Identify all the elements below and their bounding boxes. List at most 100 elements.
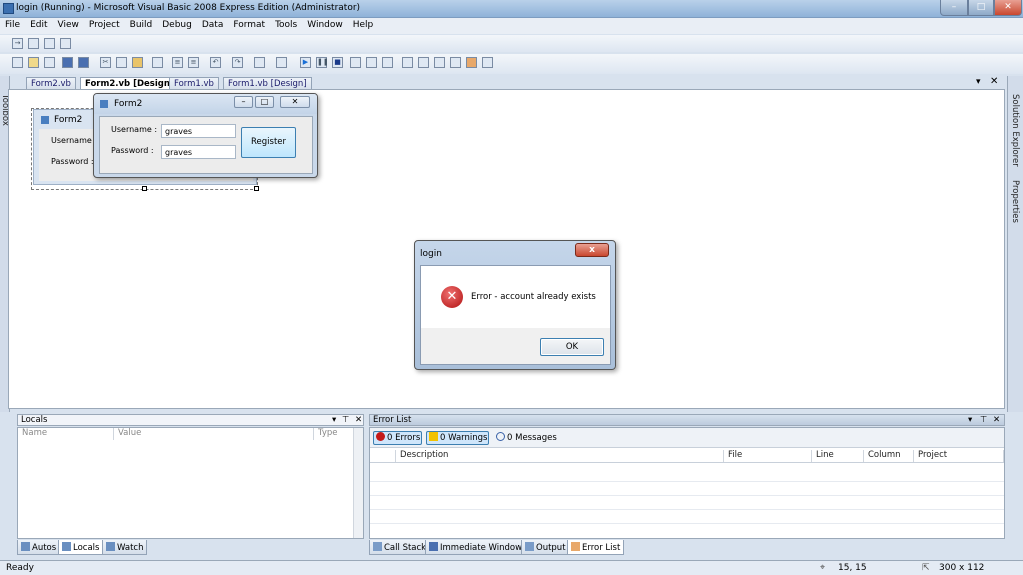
close-tab-icon[interactable]: ✕ [990,76,998,87]
tab-autos[interactable]: Autos [17,540,61,555]
errors-filter-button[interactable]: 0 Errors [373,431,422,445]
minimize-button[interactable]: – [940,0,968,16]
menu-help[interactable]: Help [348,18,379,30]
paste-icon[interactable] [132,57,143,68]
status-position: 15, 15 [838,563,867,573]
tab-watch[interactable]: Watch [102,540,148,555]
locals-column-type[interactable]: Type [314,428,354,440]
username-input[interactable]: graves [161,124,236,138]
error-list-column-file[interactable]: File [724,450,812,462]
find-icon[interactable] [152,57,163,68]
ok-button[interactable]: OK [540,338,604,356]
status-bar: Ready ⌖ 15, 15 ⇱ 300 x 112 [0,560,1023,575]
window-icon[interactable] [482,57,493,68]
copy-icon[interactable] [116,57,127,68]
tab-output[interactable]: Output [521,540,570,555]
solution-explorer-label[interactable]: Solution Explorer [1010,94,1020,167]
tab-locals[interactable]: Locals [58,540,104,555]
designer-form-title: Form2 [54,115,83,125]
menu-debug[interactable]: Debug [157,18,197,30]
locals-header: Locals ▾ ⊤ ✕ [17,414,364,426]
error-icon: ✕ [441,286,463,308]
arrow-icon[interactable]: → [12,38,23,49]
close-button[interactable]: ✕ [994,0,1022,16]
properties-label[interactable]: Properties [1010,180,1020,223]
tab-immediate-window[interactable]: Immediate Window [425,540,527,555]
solution-explorer-icon[interactable] [402,57,413,68]
form2-maximize-button[interactable]: □ [255,96,274,108]
step-into-icon[interactable] [350,57,361,68]
panel-menu-icon[interactable]: ▾ [332,415,336,426]
messages-filter-button[interactable]: 0 Messages [496,432,557,443]
menu-build[interactable]: Build [125,18,158,30]
error-list-column-description[interactable]: Description [396,450,724,462]
resize-handle[interactable] [142,186,147,191]
error-list-column-line[interactable]: Line [812,450,864,462]
menu-view[interactable]: View [53,18,84,30]
navigate-icon[interactable] [254,57,265,68]
locals-column-name[interactable]: Name [18,428,114,440]
info-icon [496,432,505,441]
menu-window[interactable]: Window [302,18,348,30]
menu-format[interactable]: Format [228,18,270,30]
warnings-filter-button[interactable]: 0 Warnings [426,431,489,445]
panel-close-icon[interactable]: ✕ [993,415,1000,426]
toolbox-icon[interactable] [450,57,461,68]
form-icon [100,100,108,108]
form-icon[interactable] [28,38,39,49]
maximize-button[interactable]: □ [968,0,994,16]
panel-menu-icon[interactable]: ▾ [968,415,972,426]
dialog-body: ✕ Error - account already exists OK [420,265,611,365]
resize-handle[interactable] [254,186,259,191]
pause-icon[interactable]: ❚❚ [316,57,329,68]
step-over-icon[interactable] [366,57,377,68]
menu-tools[interactable]: Tools [270,18,302,30]
error-list-column-column[interactable]: Column [864,450,914,462]
add-item-icon[interactable] [44,57,55,68]
error-list-column-project[interactable]: Project [914,450,1004,462]
form-icon[interactable] [60,38,71,49]
align-icon[interactable]: ≡ [188,57,199,68]
tab-dropdown-icon[interactable]: ▾ [976,77,981,87]
align-icon[interactable]: ≡ [172,57,183,68]
panel-close-icon[interactable]: ✕ [355,415,362,426]
form2-minimize-button[interactable]: – [234,96,253,108]
form-icon[interactable] [44,38,55,49]
call-stack-icon [373,542,382,551]
step-out-icon[interactable] [382,57,393,68]
menu-file[interactable]: File [0,18,25,30]
stop-icon[interactable]: ■ [332,57,343,68]
password-input[interactable]: graves [161,145,236,159]
form2-titlebar: Form2 – □ ✕ [94,94,317,114]
open-folder-icon[interactable] [28,57,39,68]
locals-icon [62,542,71,551]
pin-icon[interactable]: ⊤ [342,415,349,426]
save-all-icon[interactable] [78,57,89,68]
undo-icon[interactable]: ↶ [210,57,221,68]
locals-column-value[interactable]: Value [114,428,314,440]
extension-icon[interactable] [466,57,477,68]
save-icon[interactable] [62,57,73,68]
properties-icon[interactable] [418,57,429,68]
menu-data[interactable]: Data [197,18,229,30]
dialog-close-button[interactable]: x [575,243,609,257]
navigate-icon[interactable] [276,57,287,68]
locals-scrollbar[interactable] [353,428,363,538]
start-debug-icon[interactable]: ▶ [300,57,311,68]
form2-close-button[interactable]: ✕ [280,96,310,108]
pin-icon[interactable]: ⊤ [980,415,987,426]
menu-edit[interactable]: Edit [25,18,52,30]
error-dialog: login x ✕ Error - account already exists… [414,240,616,370]
cut-icon[interactable]: ✂ [100,57,111,68]
form2-title: Form2 [114,99,143,109]
tab-call-stack[interactable]: Call Stack [369,540,431,555]
object-browser-icon[interactable] [434,57,445,68]
right-panel-strip: Solution Explorer Properties [1007,76,1023,412]
redo-icon[interactable]: ↷ [232,57,243,68]
new-project-icon[interactable] [12,57,23,68]
error-list-column-icon[interactable] [370,450,396,462]
register-button[interactable]: Register [241,127,296,158]
menu-project[interactable]: Project [84,18,125,30]
tab-error-list[interactable]: Error List [567,540,625,555]
status-text: Ready [6,563,34,573]
